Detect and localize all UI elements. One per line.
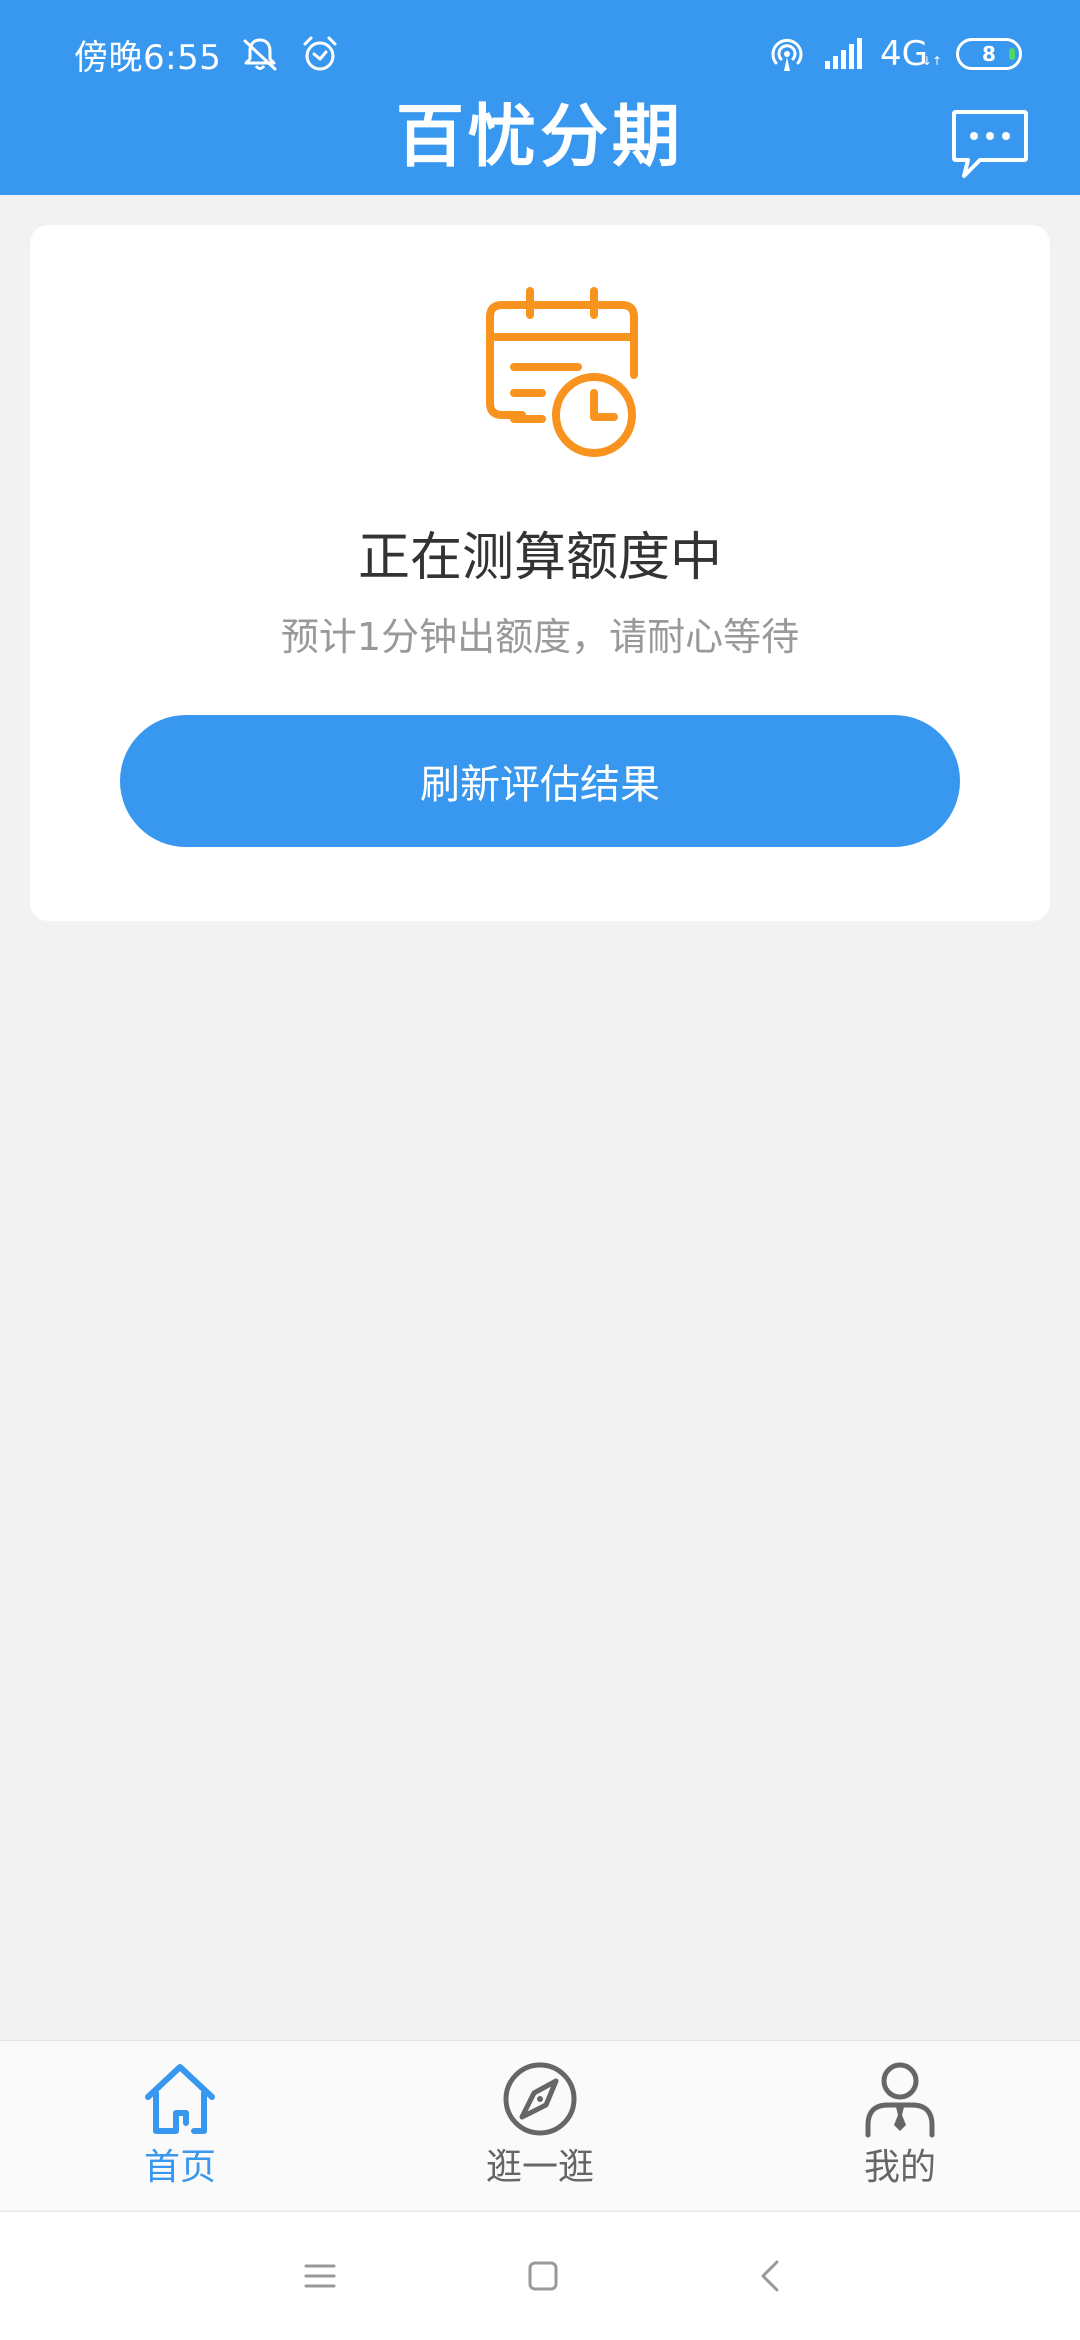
system-nav-bar [0, 2211, 1080, 2340]
battery-level: 8 [982, 42, 996, 66]
battery-charging-dot [1009, 48, 1015, 60]
compass-icon [500, 2059, 580, 2139]
bottom-tab-bar: 首页 逛一逛 我的 [0, 2040, 1080, 2210]
alarm-icon [303, 36, 337, 71]
calendar-clock-icon [486, 287, 638, 457]
refresh-result-button[interactable]: 刷新评估结果 [120, 715, 960, 847]
tab-home[interactable]: 首页 [0, 2041, 360, 2211]
battery-icon: 8 [956, 38, 1022, 70]
status-time: 傍晚6:55 [74, 37, 222, 78]
tab-explore-label: 逛一逛 [485, 2147, 594, 2188]
evaluation-subtitle: 预计1分钟出额度，请耐心等待 [280, 615, 800, 659]
home-square-icon [528, 2261, 558, 2291]
recent-apps-button[interactable] [290, 2246, 350, 2306]
hotspot-icon [771, 38, 803, 71]
tab-mine-label: 我的 [863, 2147, 936, 2188]
menu-icon [304, 2264, 336, 2288]
evaluation-card: 正在测算额度中 预计1分钟出额度，请耐心等待 刷新评估结果 [30, 225, 1050, 921]
mute-notification-icon [243, 38, 277, 71]
system-back-button[interactable] [741, 2246, 801, 2306]
message-button[interactable] [950, 108, 1030, 188]
network-activity: ↓↑ [921, 54, 942, 68]
status-right: 4G ↓↑ 8 [766, 28, 1022, 80]
tab-home-label: 首页 [143, 2147, 216, 2188]
status-left: 傍晚6:55 [74, 28, 341, 80]
network-type: 4G ↓↑ [880, 34, 942, 74]
tab-explore[interactable]: 逛一逛 [360, 2041, 720, 2211]
network-type-label: 4G [880, 34, 928, 74]
system-home-button[interactable] [513, 2246, 573, 2306]
user-icon [860, 2059, 940, 2139]
evaluation-title: 正在测算额度中 [357, 528, 722, 588]
back-icon [761, 2260, 779, 2292]
signal-icon [825, 38, 863, 69]
home-icon [140, 2059, 220, 2139]
card-illustration [482, 285, 642, 465]
page-title: 百忧分期 [395, 98, 684, 177]
chat-bubble-icon [952, 110, 1028, 178]
tab-mine[interactable]: 我的 [720, 2041, 1080, 2211]
app-header: 傍晚6:55 4G ↓↑ 8 百忧分期 [0, 0, 1080, 195]
